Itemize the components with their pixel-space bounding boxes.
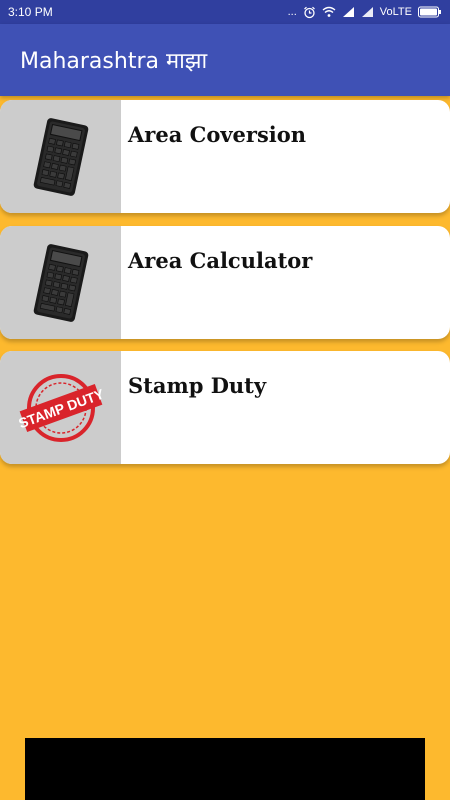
calculator-icon xyxy=(33,117,88,196)
battery-icon xyxy=(418,6,442,18)
notification-dots: ... xyxy=(287,6,297,18)
calculator-icon xyxy=(33,243,88,322)
status-time: 3:10 PM xyxy=(8,5,53,19)
card-thumbnail xyxy=(0,100,121,213)
network-type: VoLTE xyxy=(379,6,412,18)
card-area-calculator[interactable]: Area Calculator xyxy=(0,226,450,339)
card-thumbnail: STAMP DUTY xyxy=(0,351,121,464)
wifi-icon xyxy=(322,6,336,18)
card-title: Area Calculator xyxy=(128,248,313,273)
card-title: Area Coversion xyxy=(128,122,307,147)
alarm-icon xyxy=(303,6,316,19)
card-thumbnail xyxy=(0,226,121,339)
card-stamp-duty[interactable]: STAMP DUTY Stamp Duty xyxy=(0,351,450,464)
status-icons: ... VoLTE xyxy=(288,6,442,19)
stamp-duty-icon: STAMP DUTY xyxy=(19,373,103,442)
status-bar: 3:10 PM ... VoLTE xyxy=(0,0,450,24)
card-title: Stamp Duty xyxy=(128,373,267,398)
signal-icon-2 xyxy=(361,6,374,18)
signal-icon xyxy=(342,6,355,18)
card-area-conversion[interactable]: Area Coversion xyxy=(0,100,450,213)
app-bar: Maharashtra माझा xyxy=(0,24,450,96)
app-title: Maharashtra माझा xyxy=(20,49,208,74)
ad-banner[interactable] xyxy=(25,738,425,800)
